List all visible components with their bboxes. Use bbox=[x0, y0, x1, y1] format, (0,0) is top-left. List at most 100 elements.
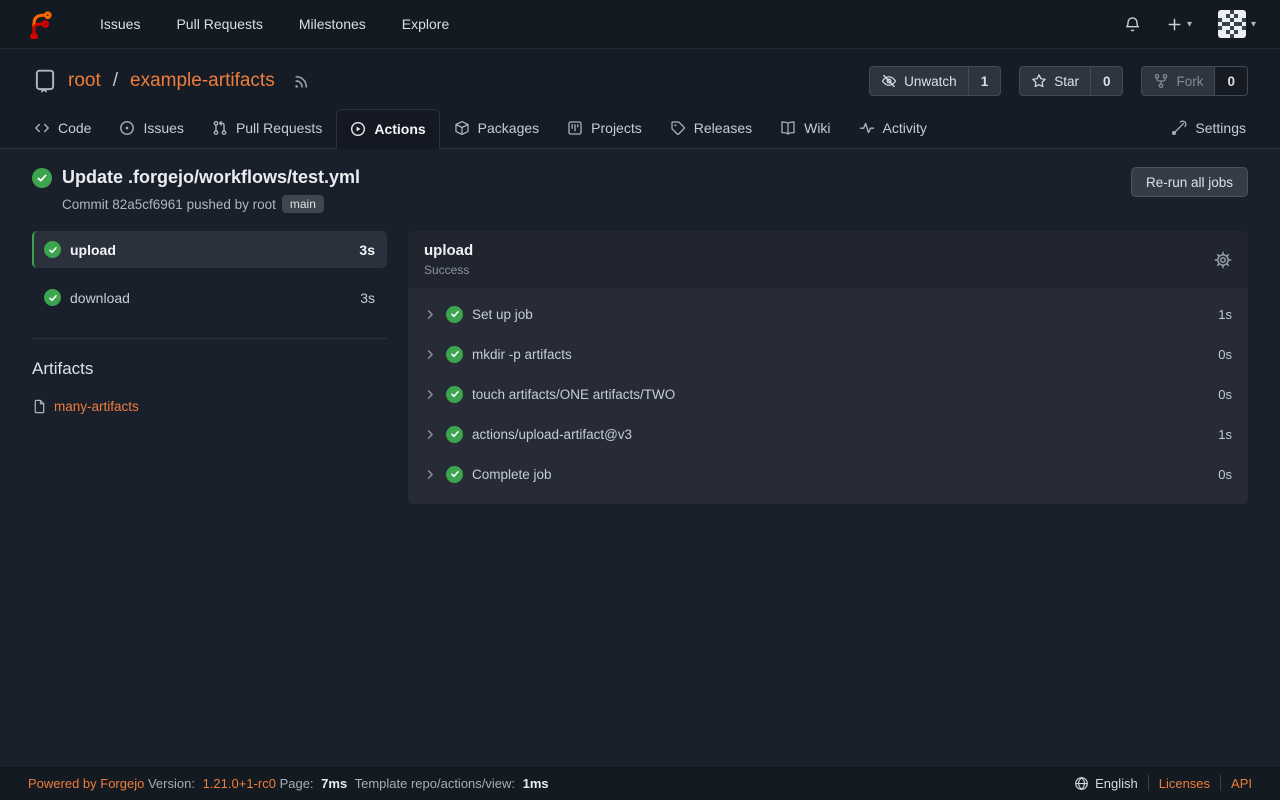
git-fork-icon bbox=[1153, 73, 1169, 89]
user-menu[interactable]: ▾ bbox=[1218, 10, 1256, 38]
step-duration: 0s bbox=[1218, 347, 1232, 362]
tab-wiki[interactable]: Wiki bbox=[766, 108, 844, 148]
api-link[interactable]: API bbox=[1231, 776, 1252, 791]
nav-item-issues[interactable]: Issues bbox=[86, 8, 154, 40]
tab-settings[interactable]: Settings bbox=[1157, 108, 1260, 148]
step-duration: 0s bbox=[1218, 467, 1232, 482]
divider bbox=[1148, 775, 1149, 791]
git-pull-request-icon bbox=[212, 120, 228, 136]
play-icon bbox=[350, 121, 366, 137]
success-icon bbox=[446, 386, 463, 403]
repo-tabs: Code Issues Pull Requests Actions Packag… bbox=[0, 108, 1280, 149]
step-row-touch[interactable]: touch artifacts/ONE artifacts/TWO 0s bbox=[408, 374, 1248, 414]
repo-owner-link[interactable]: root bbox=[68, 70, 101, 92]
watchers-count[interactable]: 1 bbox=[968, 67, 1001, 95]
step-row-mkdir[interactable]: mkdir -p artifacts 0s bbox=[408, 334, 1248, 374]
branch-badge[interactable]: main bbox=[282, 195, 324, 213]
step-row-complete-job[interactable]: Complete job 0s bbox=[408, 454, 1248, 494]
pulse-icon bbox=[859, 120, 875, 136]
chevron-down-icon: ▾ bbox=[1251, 19, 1256, 30]
repo-name-link[interactable]: example-artifacts bbox=[130, 70, 275, 92]
gear-icon[interactable] bbox=[1214, 251, 1232, 269]
notifications-bell-icon[interactable] bbox=[1124, 16, 1141, 33]
footer-info: Powered by Forgejo Version: 1.21.0+1-rc0… bbox=[28, 776, 553, 791]
commit-info: Commit 82a5cf6961 pushed by root bbox=[62, 197, 276, 212]
eye-slash-icon bbox=[881, 73, 897, 89]
tab-actions[interactable]: Actions bbox=[336, 109, 439, 149]
step-list: Set up job 1s mkdir -p artifacts 0s touc… bbox=[408, 288, 1248, 504]
repo-separator: / bbox=[113, 70, 118, 92]
star-button[interactable]: Star bbox=[1020, 67, 1090, 95]
watch-button-group: Unwatch 1 bbox=[869, 66, 1001, 96]
tab-pull-requests[interactable]: Pull Requests bbox=[198, 108, 336, 148]
job-item-upload[interactable]: upload 3s bbox=[32, 231, 387, 268]
file-icon bbox=[32, 399, 47, 414]
job-detail-status: Success bbox=[424, 263, 473, 277]
success-icon bbox=[446, 306, 463, 323]
step-duration: 0s bbox=[1218, 387, 1232, 402]
step-duration: 1s bbox=[1218, 427, 1232, 442]
chevron-right-icon bbox=[424, 388, 437, 401]
nav-item-pull-requests[interactable]: Pull Requests bbox=[162, 8, 276, 40]
star-icon bbox=[1031, 73, 1047, 89]
plus-icon bbox=[1167, 17, 1182, 32]
job-duration: 3s bbox=[359, 242, 375, 258]
forks-count[interactable]: 0 bbox=[1214, 67, 1247, 95]
artifact-link-many-artifacts[interactable]: many-artifacts bbox=[32, 399, 387, 414]
repo-title: root / example-artifacts bbox=[32, 68, 310, 94]
package-icon bbox=[454, 120, 470, 136]
job-detail-panel: upload Success Set up job 1s bbox=[408, 231, 1248, 504]
create-new-menu[interactable]: ▾ bbox=[1167, 17, 1192, 32]
run-title: Update .forgejo/workflows/test.yml bbox=[62, 167, 360, 188]
job-detail-header: upload Success bbox=[408, 231, 1248, 288]
artifacts-heading: Artifacts bbox=[32, 359, 387, 379]
star-button-group: Star 0 bbox=[1019, 66, 1123, 96]
tools-icon bbox=[1171, 120, 1187, 136]
tab-projects[interactable]: Projects bbox=[553, 108, 656, 148]
success-icon bbox=[44, 289, 61, 306]
success-icon bbox=[446, 346, 463, 363]
step-row-set-up-job[interactable]: Set up job 1s bbox=[408, 294, 1248, 334]
tag-icon bbox=[670, 120, 686, 136]
tab-issues[interactable]: Issues bbox=[105, 108, 197, 148]
issue-opened-icon bbox=[119, 120, 135, 136]
version-link[interactable]: 1.21.0+1-rc0 bbox=[203, 776, 276, 791]
tab-packages[interactable]: Packages bbox=[440, 108, 553, 148]
tab-activity[interactable]: Activity bbox=[845, 108, 941, 148]
nav-item-milestones[interactable]: Milestones bbox=[285, 8, 380, 40]
chevron-right-icon bbox=[424, 428, 437, 441]
language-selector[interactable]: English bbox=[1074, 776, 1138, 791]
nav-item-explore[interactable]: Explore bbox=[388, 8, 463, 40]
project-icon bbox=[567, 120, 583, 136]
unwatch-button[interactable]: Unwatch bbox=[870, 67, 968, 95]
book-icon bbox=[780, 120, 796, 136]
divider bbox=[1220, 775, 1221, 791]
fork-button-group: Fork 0 bbox=[1141, 66, 1248, 96]
job-item-download[interactable]: download 3s bbox=[32, 279, 387, 316]
repo-header: root / example-artifacts Unwatch bbox=[0, 49, 1280, 149]
tab-releases[interactable]: Releases bbox=[656, 108, 766, 148]
top-navbar: Issues Pull Requests Milestones Explore … bbox=[0, 0, 1280, 49]
step-duration: 1s bbox=[1218, 307, 1232, 322]
forgejo-logo-icon[interactable] bbox=[24, 9, 54, 39]
run-success-icon bbox=[32, 168, 52, 188]
licenses-link[interactable]: Licenses bbox=[1159, 776, 1210, 791]
code-icon bbox=[34, 120, 50, 136]
template-render-time: 1ms bbox=[523, 776, 549, 791]
step-row-upload-artifact[interactable]: actions/upload-artifact@v3 1s bbox=[408, 414, 1248, 454]
success-icon bbox=[44, 241, 61, 258]
tab-code[interactable]: Code bbox=[20, 108, 105, 148]
powered-by-link[interactable]: Powered by Forgejo bbox=[28, 776, 144, 791]
actions-run-view: Update .forgejo/workflows/test.yml Commi… bbox=[0, 149, 1280, 765]
stars-count[interactable]: 0 bbox=[1090, 67, 1123, 95]
avatar bbox=[1218, 10, 1246, 38]
success-icon bbox=[446, 466, 463, 483]
page-render-time: 7ms bbox=[321, 776, 347, 791]
chevron-down-icon: ▾ bbox=[1187, 19, 1192, 30]
chevron-right-icon bbox=[424, 468, 437, 481]
job-detail-name: upload bbox=[424, 242, 473, 259]
rss-icon[interactable] bbox=[293, 73, 310, 90]
chevron-right-icon bbox=[424, 308, 437, 321]
rerun-all-jobs-button[interactable]: Re-run all jobs bbox=[1131, 167, 1248, 197]
fork-button: Fork bbox=[1142, 67, 1214, 95]
